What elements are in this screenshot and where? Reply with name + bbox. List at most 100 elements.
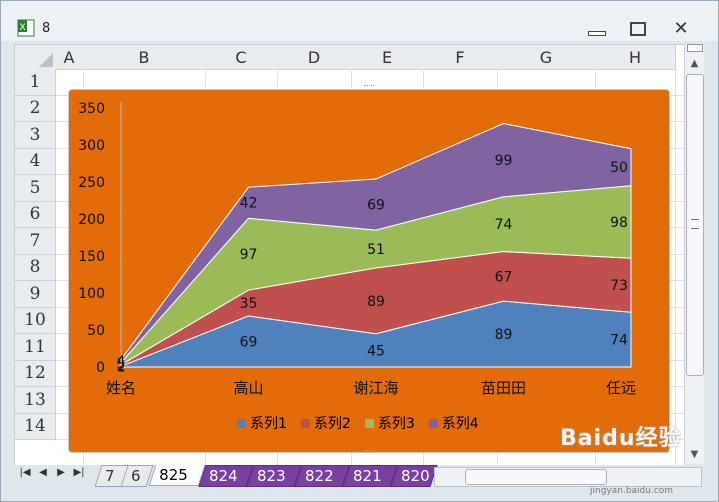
data-label-s1-4: 74 <box>610 333 628 349</box>
first-sheet-nav-icon[interactable]: |◀ <box>18 467 32 478</box>
legend-label-1: 系列1 <box>250 416 287 432</box>
svg-text:X: X <box>20 23 26 33</box>
row-header-1[interactable]: 1 <box>15 69 56 96</box>
column-header-c[interactable]: C <box>205 45 278 70</box>
sheet-tab-label: 823 <box>257 467 286 485</box>
row-header-14[interactable]: 14 <box>15 413 56 440</box>
legend-item-2: 系列2 <box>300 413 351 433</box>
sheet-tab-label: 6 <box>131 467 141 485</box>
sheet-tab-label: 822 <box>305 467 334 485</box>
split-box[interactable] <box>687 44 703 52</box>
row-header-10[interactable]: 10 <box>15 307 56 334</box>
window-title: 8 <box>42 21 51 36</box>
legend-label-3: 系列3 <box>377 416 415 432</box>
minimize-icon <box>588 30 606 36</box>
data-label-s1-3: 89 <box>495 327 513 343</box>
horizontal-scrollbar[interactable] <box>434 467 702 487</box>
sheet-tab-label: 820 <box>401 467 430 485</box>
data-label-s2-4: 73 <box>610 278 628 294</box>
sheet-tab-825[interactable]: 825 <box>148 465 206 486</box>
row-header-12[interactable]: 12 <box>15 360 56 387</box>
baidu-watermark: Baidu经验 <box>560 426 682 451</box>
column-header-g[interactable]: G <box>497 45 596 70</box>
scroll-down-arrow[interactable]: ▼ <box>685 446 704 462</box>
data-label-s1-1: 69 <box>240 334 258 350</box>
column-header-b[interactable]: B <box>83 45 206 70</box>
column-header-e[interactable]: E <box>351 45 424 70</box>
vertical-scroll-thumb[interactable] <box>686 74 704 376</box>
chart-resize-handle-top[interactable] <box>364 85 374 89</box>
row-header-5[interactable]: 5 <box>15 175 56 202</box>
row-header-3[interactable]: 3 <box>15 122 56 149</box>
data-label-s3-3: 74 <box>495 217 513 233</box>
legend-label-2: 系列2 <box>313 416 351 432</box>
row-header-6[interactable]: 6 <box>15 201 56 228</box>
column-header-a[interactable]: A <box>55 45 84 70</box>
row-header-9[interactable]: 9 <box>15 281 56 308</box>
legend-item-4: 系列4 <box>428 413 479 433</box>
prev-sheet-nav-icon[interactable]: ◀ <box>36 467 50 478</box>
data-label-s2-3: 67 <box>495 269 513 285</box>
y-tick-label: 350 <box>78 101 105 117</box>
row-header-2[interactable]: 2 <box>15 95 56 122</box>
chart-legend: 系列1 系列2 系列3 系列4 <box>237 413 479 433</box>
data-label-s4-3: 99 <box>495 153 513 169</box>
x-category-label: 高山 <box>233 379 263 397</box>
y-tick-label: 200 <box>78 212 105 228</box>
x-category-label: 姓名 <box>106 379 136 397</box>
x-category-label: 任远 <box>606 379 636 397</box>
column-header-f[interactable]: F <box>423 45 498 70</box>
data-label-s2-2: 89 <box>367 294 385 310</box>
vertical-scrollbar[interactable]: ▲ ▼ <box>684 44 704 464</box>
data-label-s3-4: 98 <box>610 215 628 231</box>
sheet-tab-label: 7 <box>105 467 115 485</box>
y-tick-label: 50 <box>87 323 105 339</box>
last-sheet-nav-icon[interactable]: ▶| <box>72 467 86 478</box>
close-icon: ✕ <box>673 18 689 39</box>
excel-icon: X <box>17 19 35 37</box>
column-header-h[interactable]: H <box>595 45 676 70</box>
sheet-tab-824[interactable]: 824 <box>198 465 254 487</box>
sheet-tab-bar: |◀ ◀ ▶ ▶| 7 6 825 824 823 822 821 820 <box>14 465 703 487</box>
title-bar: X 8 ✕ <box>1 1 718 41</box>
row-header-13[interactable]: 13 <box>15 387 56 414</box>
y-tick-label: 300 <box>78 138 105 154</box>
sheet-tab-821[interactable]: 821 <box>342 465 398 487</box>
y-tick-label: 0 <box>96 360 105 376</box>
data-label-s4-0: 4 <box>117 354 126 370</box>
sheet-tab-823[interactable]: 823 <box>246 465 302 487</box>
horizontal-scroll-thumb[interactable] <box>465 469 607 485</box>
row-header-7[interactable]: 7 <box>15 228 56 255</box>
row-header-8[interactable]: 8 <box>15 254 56 281</box>
minimize-button[interactable] <box>583 18 611 40</box>
stacked-area-chart[interactable]: 1 69 45 89 74 2 35 89 67 73 3 97 51 74 98 4 42 69 99 50 0 50 1… <box>68 85 670 453</box>
select-all-corner[interactable] <box>15 45 56 70</box>
y-tick-label: 150 <box>78 249 105 265</box>
y-tick-label: 100 <box>78 286 105 302</box>
next-sheet-nav-icon[interactable]: ▶ <box>54 467 68 478</box>
sheet-tab-822[interactable]: 822 <box>294 465 350 487</box>
sheet-tab-label: 821 <box>353 467 382 485</box>
maximize-button[interactable] <box>624 18 652 40</box>
baidu-watermark-url: jingyan.baidu.com <box>590 486 674 496</box>
data-label-s4-1: 42 <box>240 196 258 212</box>
sheet-tab-820[interactable]: 820 <box>390 465 438 487</box>
row-header-4[interactable]: 4 <box>15 148 56 175</box>
close-button[interactable]: ✕ <box>667 18 695 40</box>
grid-vline <box>675 69 676 465</box>
sheet-tab-label: 824 <box>209 467 238 485</box>
maximize-icon <box>630 22 646 36</box>
legend-item-1: 系列1 <box>237 413 287 433</box>
data-label-s3-1: 97 <box>240 247 258 263</box>
legend-item-3: 系列3 <box>364 413 415 433</box>
x-category-label: 谢江海 <box>353 379 398 397</box>
data-label-s2-1: 35 <box>240 296 258 312</box>
row-header-11[interactable]: 11 <box>15 334 56 361</box>
sheet-tab-label: 825 <box>159 466 188 484</box>
scroll-up-arrow[interactable]: ▲ <box>685 54 704 72</box>
column-header-d[interactable]: D <box>277 45 352 70</box>
data-label-s4-2: 69 <box>367 198 385 214</box>
data-label-s3-2: 51 <box>367 242 385 258</box>
chart-plot: 1694589 74235 896773397 5174 98442 6999 500501… <box>78 101 636 397</box>
legend-label-4: 系列4 <box>441 416 479 432</box>
